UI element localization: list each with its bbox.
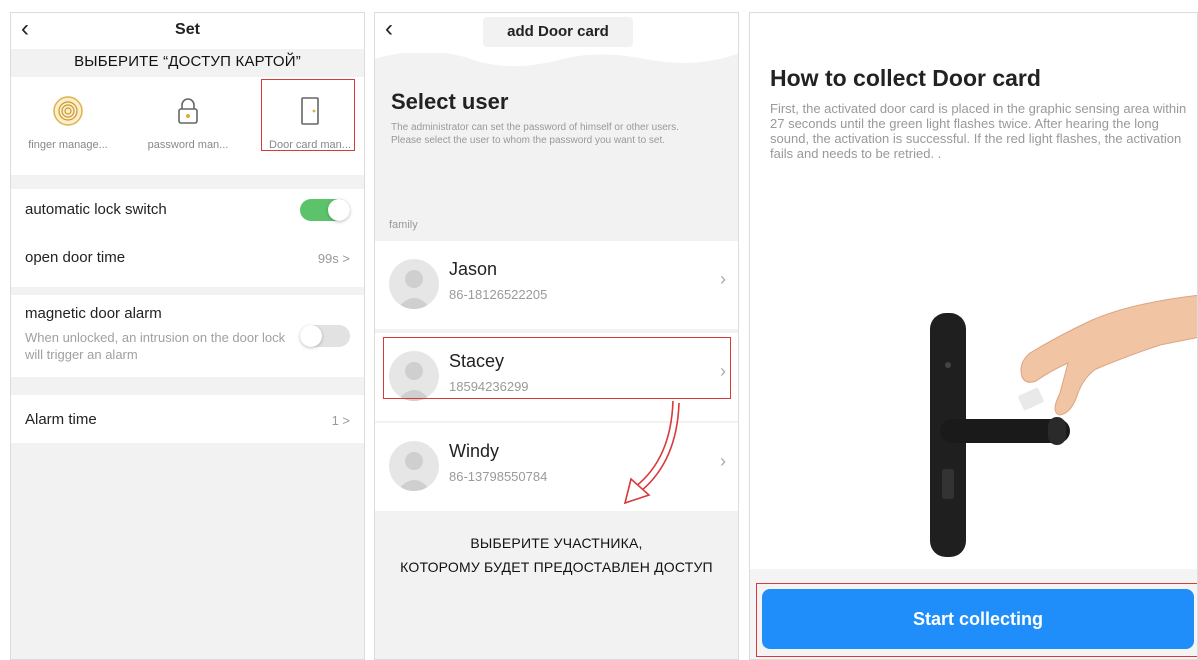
illustration-area: [750, 253, 1197, 593]
collect-card-screen: How to collect Door card First, the acti…: [749, 12, 1198, 660]
auto-lock-label: automatic lock switch: [25, 201, 167, 218]
page-title: Set: [175, 21, 200, 38]
avatar: [389, 441, 439, 491]
chevron-right-icon: ›: [720, 451, 726, 471]
avatar: [389, 259, 439, 309]
magnetic-alarm-toggle[interactable]: [300, 325, 350, 347]
magnetic-alarm-label: magnetic door alarm: [25, 305, 162, 322]
open-door-time-value[interactable]: 99s >: [318, 251, 350, 266]
start-collecting-button[interactable]: Start collecting: [762, 589, 1194, 649]
user-row-jason[interactable]: Jason 86-18126522205 ›: [375, 241, 738, 329]
header: ‹ add Door card: [375, 13, 738, 53]
toggle-knob: [300, 325, 322, 347]
select-user-heading: Select user: [391, 89, 509, 114]
highlight-stacey: [383, 337, 731, 399]
avatar-placeholder-icon: [397, 270, 431, 309]
how-to-instructions: First, the activated door card is placed…: [770, 101, 1187, 161]
user-name: Jason: [449, 259, 498, 279]
feature-label: password man...: [147, 139, 229, 151]
header-wave-decoration: [375, 49, 738, 67]
alarm-time-label: Alarm time: [25, 411, 97, 428]
toggle-knob: [328, 199, 350, 221]
lock-icon: [178, 98, 198, 124]
annotation-choose-card-access: Выберите “Доступ картой”: [74, 53, 301, 70]
back-icon[interactable]: ‹: [385, 15, 393, 43]
open-door-time-label: open door time: [25, 249, 126, 266]
select-user-screen: ‹ add Door card Select user The administ…: [374, 12, 739, 660]
annotation-choose-member: Выберите участника, которому будет предо…: [375, 531, 738, 579]
page-title: add Door card: [483, 17, 633, 47]
chevron-right-icon: ›: [720, 269, 726, 289]
header: ‹ Set: [11, 13, 364, 49]
auto-lock-toggle[interactable]: [300, 199, 350, 221]
select-user-description: The administrator can set the password o…: [391, 122, 679, 146]
password-manage-item[interactable]: password man...: [133, 77, 243, 151]
section-label-family: family: [389, 219, 418, 231]
how-to-heading: How to collect Door card: [770, 65, 1041, 91]
annotation-line-2: которому будет предоставлен доступ: [400, 559, 713, 575]
finger-manage-item[interactable]: finger manage...: [13, 77, 123, 151]
alarm-time-row[interactable]: Alarm time 1 >: [11, 395, 364, 443]
user-phone: 86-13798550784: [449, 469, 548, 484]
door-lock-illustration: [930, 294, 1197, 557]
lock-settings-group: automatic lock switch open door time 99s…: [11, 189, 364, 287]
annotation-line-1: Выберите участника,: [470, 535, 643, 551]
instructions-card: How to collect Door card First, the acti…: [750, 13, 1197, 253]
alarm-time-value: 1 >: [331, 413, 350, 428]
magnetic-alarm-row: magnetic door alarm When unlocked, an in…: [11, 295, 364, 377]
feature-label: finger manage...: [28, 139, 108, 151]
highlight-door-card: [261, 79, 355, 151]
avatar-placeholder-icon: [397, 452, 431, 491]
fingerprint-icon: [53, 96, 83, 126]
user-phone: 86-18126522205: [449, 287, 548, 302]
settings-screen: ‹ Set Выберите “Доступ картой” finger ma…: [10, 12, 365, 660]
magnetic-alarm-description: When unlocked, an intrusion on the door …: [25, 330, 286, 362]
annotation-arrow: [623, 400, 680, 505]
user-name: Windy: [449, 441, 500, 461]
